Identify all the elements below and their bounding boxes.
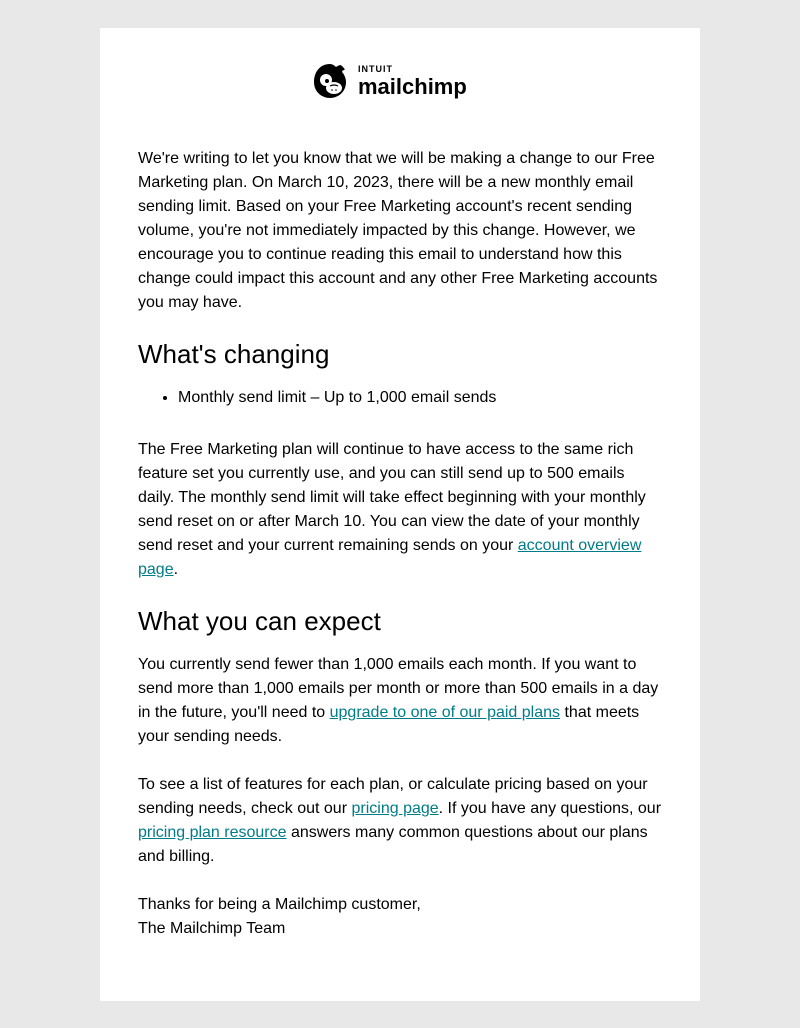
section1-paragraph: The Free Marketing plan will continue to… (138, 438, 662, 582)
email-body: INTUIT mailchimp We're writing to let yo… (100, 28, 700, 1001)
text-run: . (174, 561, 178, 578)
pricing-page-link[interactable]: pricing page (351, 800, 438, 817)
logo-container: INTUIT mailchimp (138, 58, 662, 107)
text-run: . If you have any questions, our (439, 800, 661, 817)
signoff-line-1: Thanks for being a Mailchimp customer, (138, 896, 421, 913)
heading-whats-changing: What's changing (138, 339, 662, 370)
mailchimp-logo-icon: INTUIT mailchimp (310, 58, 490, 102)
svg-text:INTUIT: INTUIT (358, 64, 393, 74)
svg-text:mailchimp: mailchimp (358, 74, 467, 99)
upgrade-link[interactable]: upgrade to one of our paid plans (330, 704, 560, 721)
list-item: Monthly send limit – Up to 1,000 email s… (178, 386, 662, 410)
heading-what-you-can-expect: What you can expect (138, 606, 662, 637)
signoff-line-2: The Mailchimp Team (138, 920, 285, 937)
intro-paragraph: We're writing to let you know that we wi… (138, 147, 662, 315)
section2-paragraph-2: To see a list of features for each plan,… (138, 773, 662, 869)
changes-list: Monthly send limit – Up to 1,000 email s… (178, 386, 662, 410)
pricing-plan-resource-link[interactable]: pricing plan resource (138, 824, 287, 841)
section2-paragraph-1: You currently send fewer than 1,000 emai… (138, 653, 662, 749)
signoff: Thanks for being a Mailchimp customer, T… (138, 893, 662, 941)
